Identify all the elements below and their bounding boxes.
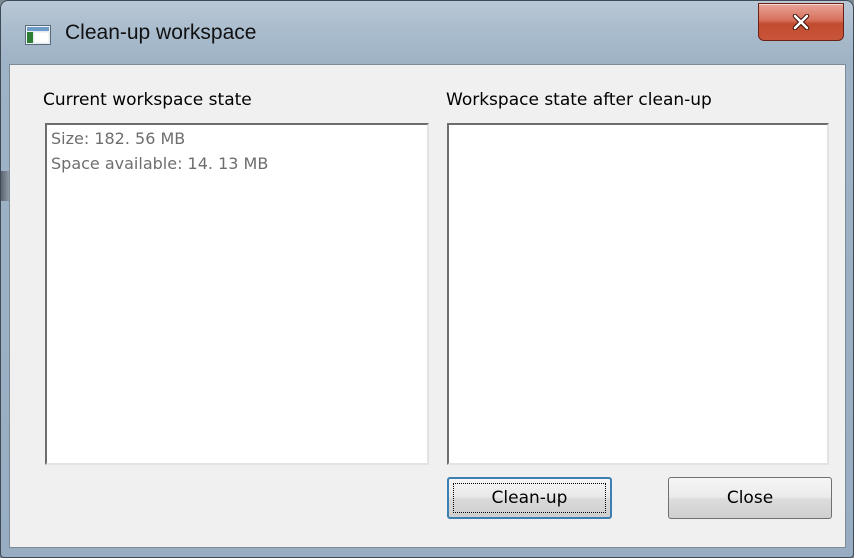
close-button[interactable]: Close <box>668 477 832 519</box>
list-item-space-available: Space available: 14. 13 MB <box>51 154 269 173</box>
close-button-label: Close <box>726 488 774 508</box>
after-cleanup-label: Workspace state after clean-up <box>446 90 712 110</box>
application-window-icon <box>25 25 51 45</box>
window-close-button[interactable] <box>758 3 844 41</box>
title-bar[interactable]: Clean-up workspace <box>1 1 853 65</box>
window-title: Clean-up workspace <box>65 21 257 44</box>
close-icon <box>791 14 811 30</box>
dialog-client-area: Current workspace state Workspace state … <box>9 64 846 548</box>
cleanup-button-label: Clean-up <box>491 488 568 508</box>
current-state-label: Current workspace state <box>43 90 252 110</box>
after-cleanup-listbox[interactable] <box>447 123 829 465</box>
cleanup-button[interactable]: Clean-up <box>447 477 612 519</box>
dialog-window: Clean-up workspace Current workspace sta… <box>0 0 854 558</box>
current-state-listbox[interactable]: Size: 182. 56 MB Space available: 14. 13… <box>45 123 429 465</box>
list-item-size: Size: 182. 56 MB <box>51 129 186 148</box>
